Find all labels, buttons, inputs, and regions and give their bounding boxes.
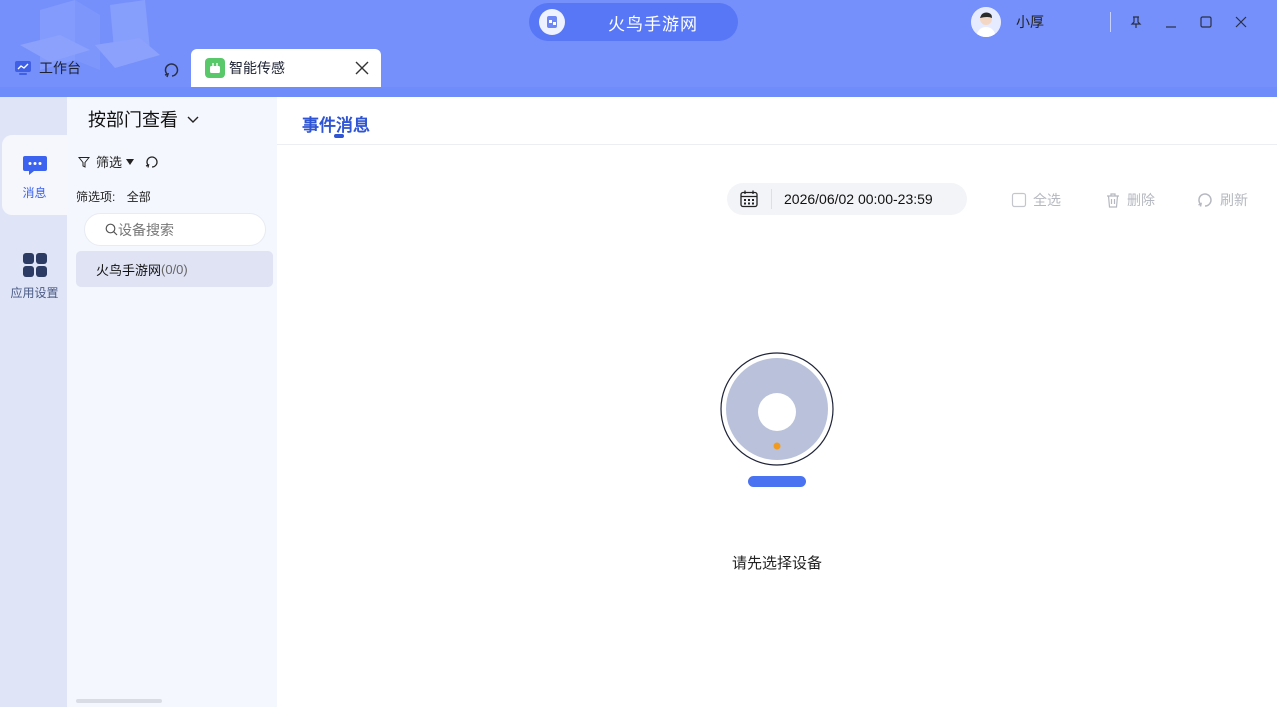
title-divider [1110, 12, 1111, 32]
tab-label: 智能传感 [229, 60, 285, 76]
maximize-button[interactable] [1196, 12, 1216, 32]
filter-button[interactable]: 筛选 [96, 152, 122, 171]
title-underline [334, 134, 344, 138]
maximize-icon [1200, 16, 1212, 28]
avatar[interactable] [971, 7, 1001, 37]
search-icon [105, 223, 118, 236]
group-by-dropdown[interactable]: 按部门查看 [88, 106, 200, 132]
date-range-value: 2026/06/02 00:00-23:59 [784, 191, 933, 207]
page-title: 事件消息 [302, 116, 370, 135]
close-icon [1235, 16, 1247, 28]
tab-smart-sensor[interactable]: 智能传感 [191, 49, 381, 87]
device-panel: 按部门查看 筛选 筛选项: 全部 设备搜索 火鸟手游网 (0/0) [67, 97, 277, 707]
rail-label: 应用设置 [10, 286, 59, 300]
refresh-tabs-icon[interactable] [162, 60, 182, 80]
tree-item-count: (0/0) [161, 261, 188, 277]
caret-down-icon[interactable] [126, 158, 135, 166]
message-icon [22, 156, 47, 175]
close-window-button[interactable] [1231, 12, 1251, 32]
trash-icon [1107, 193, 1119, 208]
device-search-input[interactable]: 设备搜索 [84, 213, 266, 246]
pin-button[interactable] [1126, 12, 1146, 32]
user-profile[interactable]: 小厚 [971, 7, 1044, 37]
filter-items: 筛选项: 全部 [76, 188, 151, 205]
select-all-checkbox[interactable]: 全选 [1011, 190, 1061, 210]
close-tab-icon[interactable] [354, 60, 370, 76]
tab-label: 工作台 [39, 60, 81, 76]
filter-items-value: 全部 [126, 190, 151, 204]
filter-row: 筛选 [78, 152, 160, 171]
group-by-label: 按部门查看 [88, 110, 178, 130]
apps-grid-icon [22, 253, 47, 277]
app-title-pill: 火鸟手游网 [529, 3, 738, 41]
user-name: 小厚 [1016, 14, 1044, 30]
delete-button[interactable]: 删除 [1105, 190, 1155, 210]
chevron-down-icon [187, 116, 199, 123]
title-bar: 火鸟手游网 小厚 工作台 智能传感 [0, 0, 1277, 87]
refresh-label: 刷新 [1220, 192, 1248, 208]
pin-icon [1130, 16, 1142, 28]
minimize-button[interactable] [1161, 12, 1181, 32]
horizontal-scrollbar[interactable] [76, 699, 162, 703]
date-range-picker[interactable]: 2026/06/02 00:00-23:59 [727, 183, 967, 215]
empty-device-illustration [720, 352, 834, 487]
left-rail: 消息 应用设置 [0, 97, 67, 707]
refresh-icon[interactable] [144, 154, 160, 170]
main-header: 事件消息 [277, 97, 1277, 145]
rail-item-messages[interactable]: 消息 [2, 135, 67, 215]
date-divider [771, 189, 772, 209]
rail-label: 消息 [22, 186, 47, 200]
search-placeholder: 设备搜索 [118, 221, 174, 238]
rail-item-app-settings[interactable]: 应用设置 [2, 235, 67, 315]
tree-item[interactable]: 火鸟手游网 (0/0) [76, 251, 273, 287]
refresh-button[interactable]: 刷新 [1196, 190, 1248, 210]
minimize-icon [1166, 26, 1176, 28]
delete-label: 删除 [1127, 192, 1155, 208]
tree-item-name: 火鸟手游网 [96, 262, 162, 278]
monitor-icon [15, 61, 31, 75]
filter-items-label: 筛选项: [76, 190, 116, 204]
calendar-icon [740, 190, 758, 208]
empty-state-text: 请先选择设备 [731, 555, 822, 572]
app-title: 火鸟手游网 [608, 14, 698, 34]
refresh-icon [1198, 193, 1212, 207]
sensor-app-icon [205, 58, 225, 78]
select-all-label: 全选 [1033, 192, 1061, 208]
tab-workbench[interactable]: 工作台 [14, 58, 81, 78]
filter-icon[interactable] [78, 156, 90, 168]
main-content: 事件消息 2026/06/02 00:00-23:59 全选 删除 刷新 请先选… [277, 97, 1277, 707]
app-logo-icon [539, 9, 565, 35]
checkbox-icon [1011, 192, 1027, 208]
